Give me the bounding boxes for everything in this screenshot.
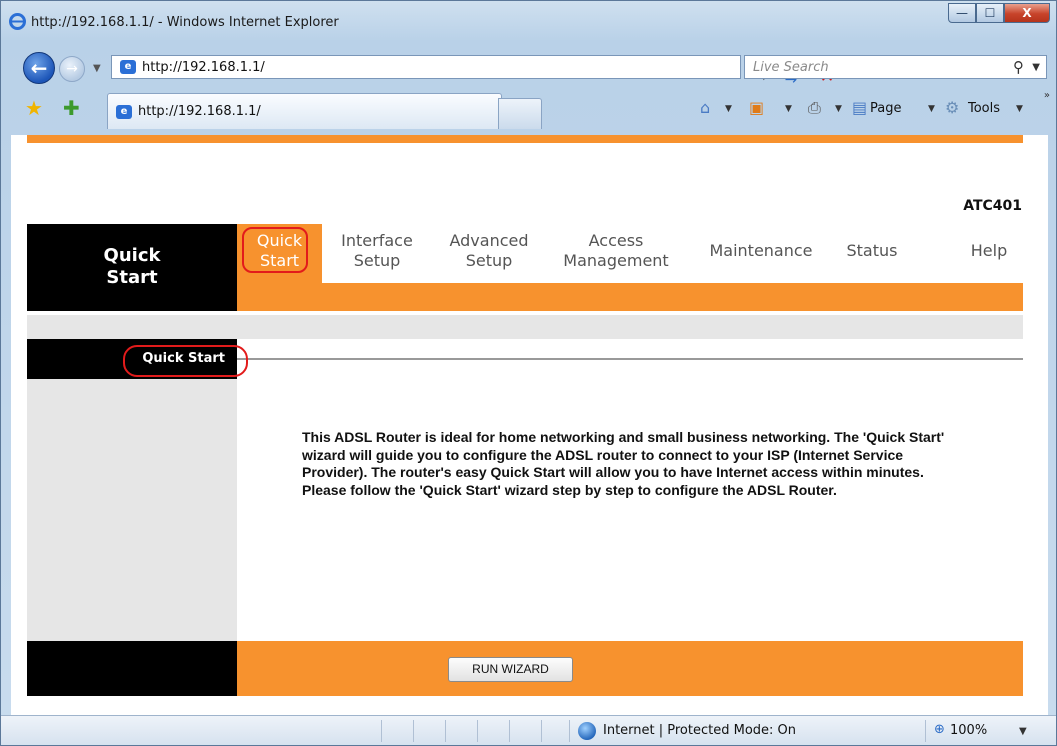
print-dropdown-icon[interactable]: ▼ xyxy=(835,104,842,114)
status-bar: Internet | Protected Mode: On ⊕ 100% ▼ xyxy=(1,715,1056,745)
search-dropdown-icon[interactable]: ▼ xyxy=(1032,62,1040,73)
maximize-button[interactable]: ☐ xyxy=(976,3,1004,23)
status-divider xyxy=(541,720,542,742)
chevron-right-icon[interactable]: » xyxy=(1044,90,1050,101)
security-zone[interactable]: Internet | Protected Mode: On xyxy=(603,723,796,738)
tools-menu[interactable]: Tools xyxy=(968,101,1000,116)
zoom-level[interactable]: 100% xyxy=(950,723,987,738)
minimize-button[interactable]: — xyxy=(948,3,976,23)
page-menu[interactable]: Page xyxy=(870,101,901,116)
description-text: This ADSL Router is ideal for home netwo… xyxy=(302,429,945,498)
run-wizard-button[interactable]: RUN WIZARD xyxy=(448,657,573,682)
home-icon[interactable]: ⌂ xyxy=(700,98,710,117)
page-menu-icon[interactable]: ▤ xyxy=(852,98,867,117)
divider-line xyxy=(237,358,1023,360)
status-divider xyxy=(509,720,510,742)
status-divider xyxy=(381,720,382,742)
ie-icon xyxy=(9,13,26,30)
footer-left-panel xyxy=(27,641,237,696)
tools-menu-arrow-icon[interactable]: ▼ xyxy=(1016,104,1023,114)
address-bar[interactable]: e http://192.168.1.1/ ▼ ⇆ ✕ xyxy=(111,55,834,87)
web-page: ATC401 Quick Start Quick Start Interface… xyxy=(11,135,1048,715)
section-title: Quick Start xyxy=(103,245,161,288)
back-button[interactable]: ← xyxy=(23,52,55,84)
status-divider xyxy=(413,720,414,742)
feeds-dropdown-icon[interactable]: ▼ xyxy=(785,104,792,114)
page-menu-arrow-icon[interactable]: ▼ xyxy=(928,104,935,114)
status-divider xyxy=(445,720,446,742)
status-divider xyxy=(569,720,570,742)
header-stripe xyxy=(27,135,1023,143)
subnav-band xyxy=(237,283,1023,311)
nav-advanced-setup[interactable]: Advanced Setup xyxy=(439,231,539,271)
home-dropdown-icon[interactable]: ▼ xyxy=(725,104,732,114)
add-favorite-icon[interactable]: ✚ xyxy=(63,96,80,120)
search-icon[interactable]: ⚲ xyxy=(1013,58,1024,76)
favorites-star-icon[interactable]: ★ xyxy=(25,96,43,120)
close-button[interactable]: X xyxy=(1004,3,1050,23)
forward-button[interactable]: → xyxy=(59,56,85,82)
tab-title: http://192.168.1.1/ xyxy=(138,104,261,119)
search-input[interactable]: Live Search xyxy=(753,60,829,75)
globe-icon xyxy=(578,722,596,740)
highlight-circle-nav xyxy=(242,227,308,273)
history-dropdown-icon[interactable]: ▼ xyxy=(93,63,101,74)
browser-window: http://192.168.1.1/ - Windows Internet E… xyxy=(0,0,1057,746)
nav-access-management[interactable]: Access Management xyxy=(553,231,679,271)
status-divider xyxy=(477,720,478,742)
window-controls: — ☐ X xyxy=(948,3,1050,23)
title-bar: http://192.168.1.1/ - Windows Internet E… xyxy=(1,1,1056,43)
router-model: ATC401 xyxy=(963,198,1022,214)
nav-interface-setup[interactable]: Interface Setup xyxy=(329,231,425,271)
gear-icon[interactable]: ⚙ xyxy=(945,98,959,117)
print-icon[interactable]: ⎙ xyxy=(808,98,821,118)
new-tab-button[interactable] xyxy=(498,98,542,129)
left-column xyxy=(27,379,237,641)
feeds-icon[interactable]: ▣ xyxy=(749,98,764,117)
navigation-bar: ← → ▼ e http://192.168.1.1/ ▼ ⇆ ✕ Live S… xyxy=(1,45,1056,87)
status-divider xyxy=(925,720,926,742)
footer-bar xyxy=(237,641,1023,696)
search-box[interactable]: Live Search ⚲ ▼ xyxy=(744,55,1047,79)
address-input[interactable]: http://192.168.1.1/ xyxy=(142,60,265,75)
nav-help[interactable]: Help xyxy=(959,241,1019,261)
nav-status[interactable]: Status xyxy=(839,241,905,261)
zoom-icon[interactable]: ⊕ xyxy=(934,722,945,737)
highlight-circle-subsection xyxy=(123,345,248,377)
window-title: http://192.168.1.1/ - Windows Internet E… xyxy=(31,15,339,30)
page-icon: e xyxy=(120,60,136,74)
zoom-dropdown-icon[interactable]: ▼ xyxy=(1019,726,1027,737)
browser-tab[interactable]: e http://192.168.1.1/ xyxy=(107,93,502,129)
nav-maintenance[interactable]: Maintenance xyxy=(701,241,821,261)
favorites-bar: ★ ✚ e http://192.168.1.1/ ⌂ ▼ ▣ ▼ ⎙ ▼ ▤ … xyxy=(1,89,1056,133)
tab-page-icon: e xyxy=(116,105,132,119)
grey-band xyxy=(27,315,1023,339)
